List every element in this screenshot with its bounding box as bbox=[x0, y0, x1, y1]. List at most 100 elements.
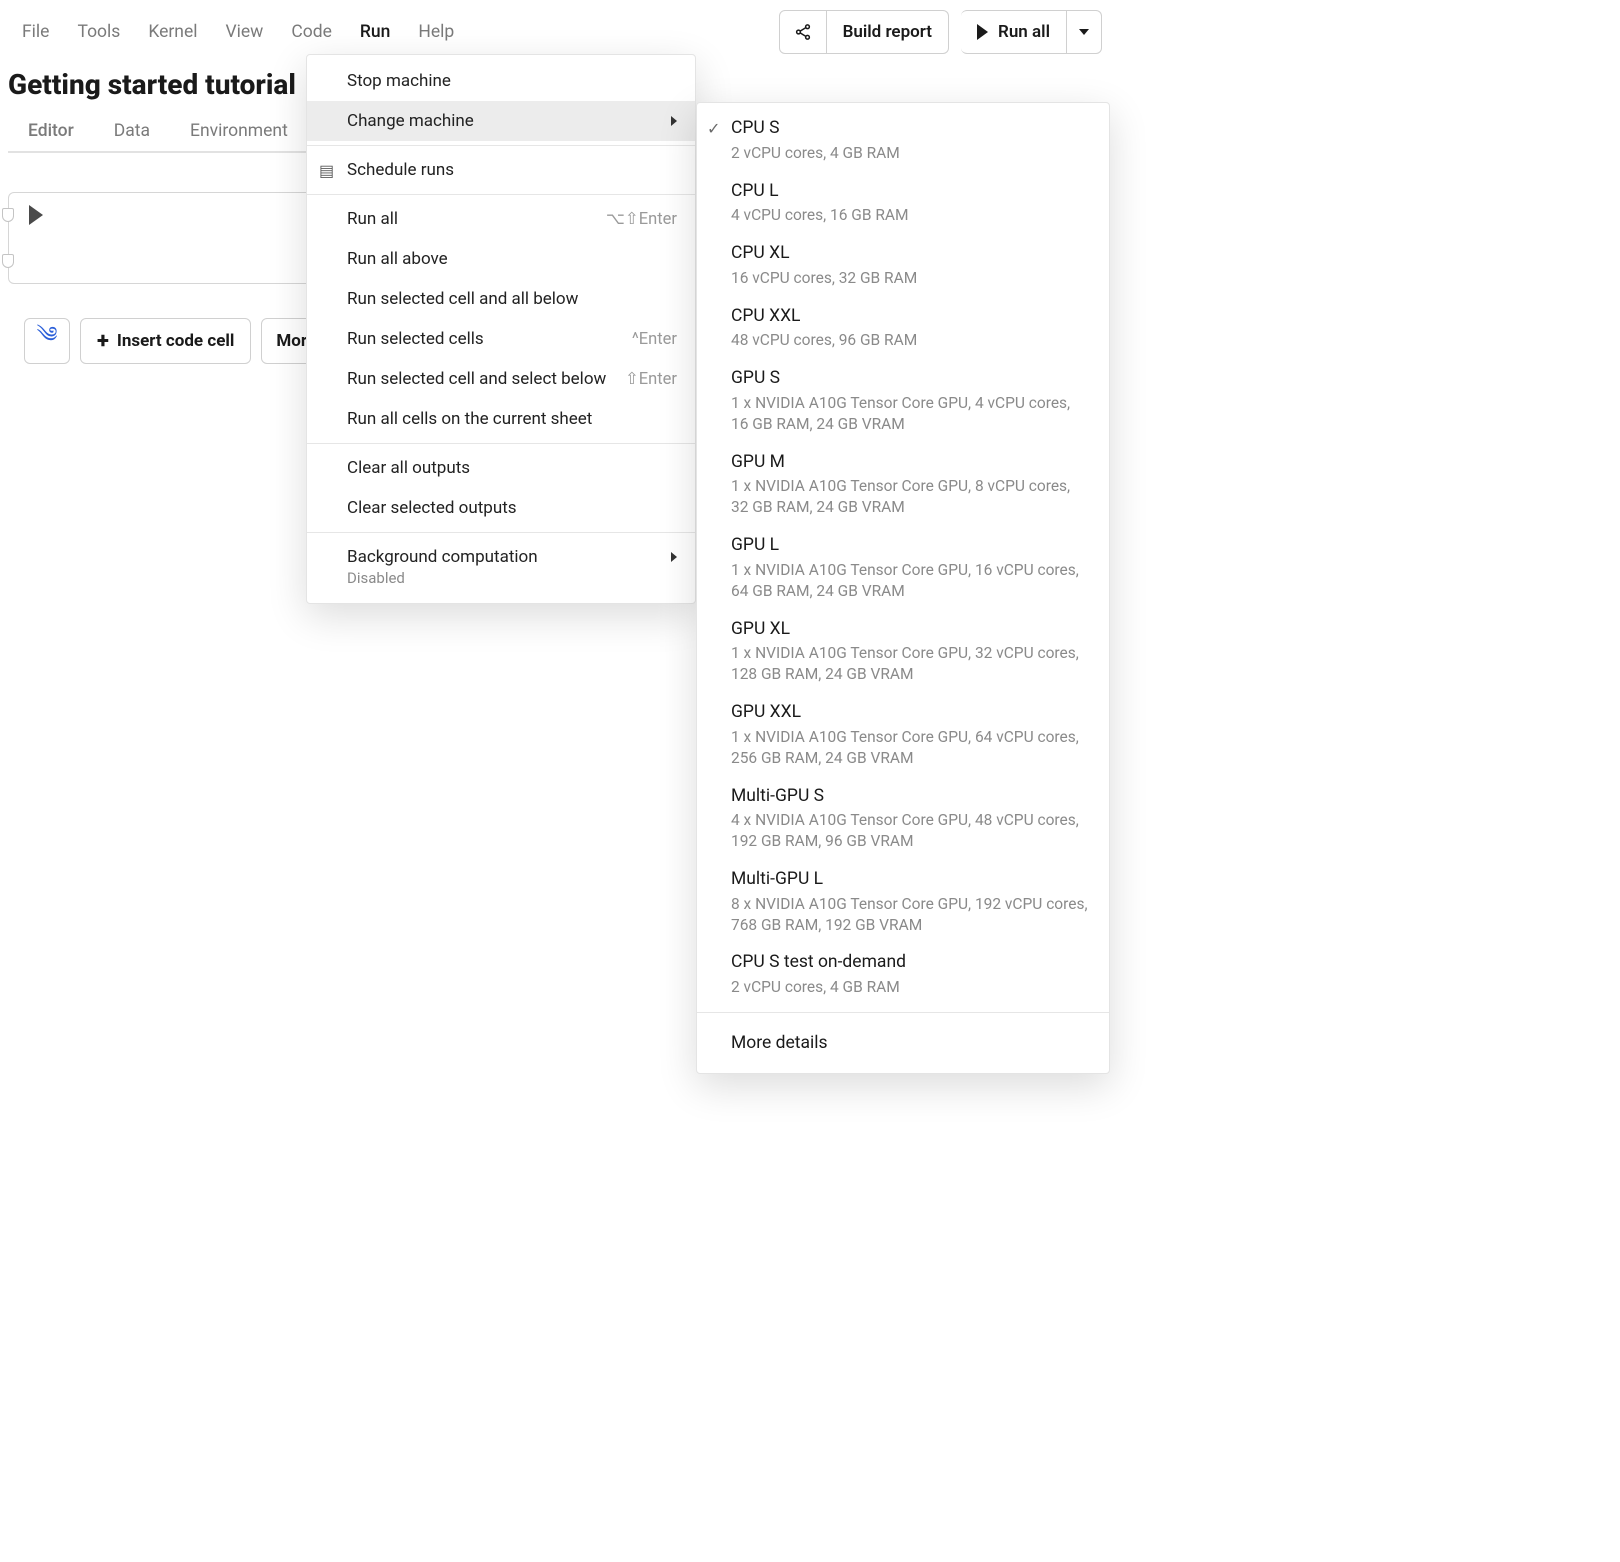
menu-change-machine[interactable]: Change machine bbox=[307, 101, 695, 141]
menu-clear-all-outputs[interactable]: Clear all outputs bbox=[307, 448, 695, 488]
menu-label: Clear selected outputs bbox=[347, 498, 517, 518]
menu-kernel[interactable]: Kernel bbox=[134, 14, 211, 50]
share-icon bbox=[794, 23, 812, 41]
shortcut: ^Enter bbox=[632, 330, 677, 349]
machine-name: GPU XXL bbox=[731, 701, 1091, 725]
insert-code-cell-button[interactable]: + Insert code cell bbox=[80, 318, 251, 364]
machine-name: GPU L bbox=[731, 534, 1091, 558]
shortcut: ⇧Enter bbox=[625, 369, 677, 389]
check-icon: ✓ bbox=[707, 119, 720, 138]
menu-clear-selected-outputs[interactable]: Clear selected outputs bbox=[307, 488, 695, 528]
machine-spec: 1 x NVIDIA A10G Tensor Core GPU, 64 vCPU… bbox=[731, 727, 1091, 769]
menu-background-computation[interactable]: Background computation Disabled bbox=[307, 537, 695, 597]
machine-name: CPU S bbox=[731, 117, 1091, 141]
machine-name: CPU XL bbox=[731, 242, 1091, 266]
machine-spec: 1 x NVIDIA A10G Tensor Core GPU, 16 vCPU… bbox=[731, 560, 1091, 602]
menu-label: Change machine bbox=[347, 111, 474, 131]
machine-spec: 1 x NVIDIA A10G Tensor Core GPU, 4 vCPU … bbox=[731, 393, 1091, 435]
machine-spec: 2 vCPU cores, 4 GB RAM bbox=[731, 977, 1091, 998]
machine-option[interactable]: ✓ CPU S2 vCPU cores, 4 GB RAM bbox=[697, 109, 1109, 172]
machine-option[interactable]: Multi-GPU S4 x NVIDIA A10G Tensor Core G… bbox=[697, 777, 1109, 860]
menu-label: Stop machine bbox=[347, 71, 451, 91]
ai-assist-button[interactable]: ༄ bbox=[24, 318, 70, 364]
menu-label: Run selected cell and select below bbox=[347, 369, 606, 389]
menu-label: Run selected cell and all below bbox=[347, 289, 578, 309]
menu-separator bbox=[307, 443, 695, 444]
menu-label: Schedule runs bbox=[347, 160, 454, 180]
menubar: File Tools Kernel View Code Run Help bbox=[8, 14, 468, 50]
spiral-icon: ༄ bbox=[36, 310, 57, 372]
machine-spec: 8 x NVIDIA A10G Tensor Core GPU, 192 vCP… bbox=[731, 894, 1091, 936]
machine-name: Multi-GPU L bbox=[731, 868, 1091, 892]
tab-data[interactable]: Data bbox=[94, 111, 170, 153]
machine-name: CPU L bbox=[731, 180, 1091, 204]
menu-run-all-current-sheet[interactable]: Run all cells on the current sheet bbox=[307, 399, 695, 439]
machine-option[interactable]: CPU XXL48 vCPU cores, 96 GB RAM bbox=[697, 297, 1109, 360]
tab-environment[interactable]: Environment bbox=[170, 111, 308, 153]
menu-file[interactable]: File bbox=[8, 14, 63, 50]
menu-run-all-above[interactable]: Run all above bbox=[307, 239, 695, 279]
machine-option[interactable]: GPU M1 x NVIDIA A10G Tensor Core GPU, 8 … bbox=[697, 443, 1109, 526]
play-icon bbox=[977, 24, 988, 40]
machine-option[interactable]: GPU L1 x NVIDIA A10G Tensor Core GPU, 16… bbox=[697, 526, 1109, 609]
machine-spec: 1 x NVIDIA A10G Tensor Core GPU, 32 vCPU… bbox=[731, 643, 1091, 685]
machine-spec: 4 vCPU cores, 16 GB RAM bbox=[731, 205, 1091, 226]
menu-run-selected-select-below[interactable]: Run selected cell and select below ⇧Ente… bbox=[307, 359, 695, 399]
machine-option[interactable]: GPU S1 x NVIDIA A10G Tensor Core GPU, 4 … bbox=[697, 359, 1109, 442]
machine-name: Multi-GPU S bbox=[731, 785, 1091, 809]
run-all-more-button[interactable] bbox=[1067, 10, 1102, 54]
menu-label: Run selected cells bbox=[347, 329, 484, 349]
machine-name: CPU S test on-demand bbox=[731, 951, 1091, 975]
menu-code[interactable]: Code bbox=[277, 14, 346, 50]
cell-gutter-handle[interactable] bbox=[2, 208, 14, 222]
machine-option[interactable]: CPU L4 vCPU cores, 16 GB RAM bbox=[697, 172, 1109, 235]
menu-separator bbox=[307, 194, 695, 195]
menu-tools[interactable]: Tools bbox=[63, 14, 134, 50]
machine-name: GPU XL bbox=[731, 618, 1091, 642]
menu-schedule-runs[interactable]: ▤ Schedule runs bbox=[307, 150, 695, 190]
machine-spec: 4 x NVIDIA A10G Tensor Core GPU, 48 vCPU… bbox=[731, 810, 1091, 852]
menu-label: Background computation bbox=[347, 547, 538, 567]
machine-spec: 2 vCPU cores, 4 GB RAM bbox=[731, 143, 1091, 164]
chevron-right-icon bbox=[671, 116, 677, 126]
menu-label: Run all cells on the current sheet bbox=[347, 409, 592, 429]
machine-spec: 48 vCPU cores, 96 GB RAM bbox=[731, 330, 1091, 351]
menu-run-all[interactable]: Run all ⌥⇧Enter bbox=[307, 199, 695, 239]
menu-run-selected-cells[interactable]: Run selected cells ^Enter bbox=[307, 319, 695, 359]
chevron-down-icon bbox=[1079, 29, 1089, 35]
run-all-label: Run all bbox=[998, 22, 1050, 42]
chevron-right-icon bbox=[671, 552, 677, 562]
cell-run-icon[interactable] bbox=[29, 205, 43, 225]
topbar: File Tools Kernel View Code Run Help Bui… bbox=[0, 0, 1110, 54]
machine-option[interactable]: Multi-GPU L8 x NVIDIA A10G Tensor Core G… bbox=[697, 860, 1109, 943]
machine-name: GPU M bbox=[731, 451, 1091, 475]
run-all-button[interactable]: Run all bbox=[961, 10, 1067, 54]
menu-label: Clear all outputs bbox=[347, 458, 470, 478]
shortcut: ⌥⇧Enter bbox=[606, 209, 677, 229]
machine-more-details[interactable]: More details bbox=[697, 1019, 1109, 1067]
build-report-button[interactable]: Build report bbox=[827, 10, 949, 54]
machine-option[interactable]: CPU S test on-demand2 vCPU cores, 4 GB R… bbox=[697, 943, 1109, 1006]
menu-sublabel: Disabled bbox=[347, 569, 405, 587]
toolbar: Build report Run all bbox=[779, 10, 1102, 54]
machine-name: GPU S bbox=[731, 367, 1091, 391]
machine-spec: 16 vCPU cores, 32 GB RAM bbox=[731, 268, 1091, 289]
menu-stop-machine[interactable]: Stop machine bbox=[307, 61, 695, 101]
machine-spec: 1 x NVIDIA A10G Tensor Core GPU, 8 vCPU … bbox=[731, 476, 1091, 518]
cell-gutter-handle[interactable] bbox=[2, 254, 14, 268]
menu-separator bbox=[307, 532, 695, 533]
menu-run[interactable]: Run bbox=[346, 14, 405, 50]
machine-option[interactable]: CPU XL16 vCPU cores, 32 GB RAM bbox=[697, 234, 1109, 297]
plus-icon: + bbox=[97, 329, 109, 354]
menu-run-selected-and-below[interactable]: Run selected cell and all below bbox=[307, 279, 695, 319]
insert-code-cell-label: Insert code cell bbox=[117, 331, 235, 351]
menu-help[interactable]: Help bbox=[404, 14, 468, 50]
calendar-icon: ▤ bbox=[319, 161, 334, 180]
machine-option[interactable]: GPU XXL1 x NVIDIA A10G Tensor Core GPU, … bbox=[697, 693, 1109, 776]
machine-option[interactable]: GPU XL1 x NVIDIA A10G Tensor Core GPU, 3… bbox=[697, 610, 1109, 693]
menu-view[interactable]: View bbox=[212, 14, 278, 50]
run-menu: Stop machine Change machine ▤ Schedule r… bbox=[306, 54, 696, 604]
menu-label: Run all bbox=[347, 209, 398, 229]
share-button[interactable] bbox=[779, 10, 827, 54]
tab-editor[interactable]: Editor bbox=[8, 111, 94, 153]
